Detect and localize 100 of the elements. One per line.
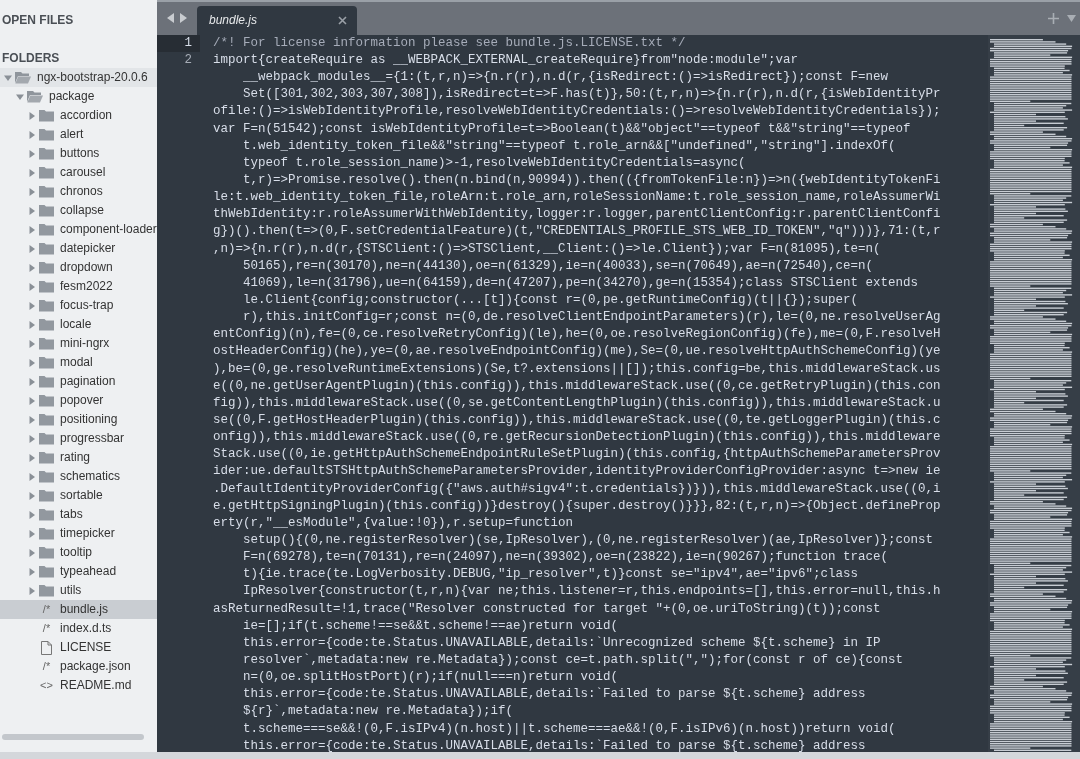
dropdown-caret-icon[interactable] xyxy=(1067,14,1076,22)
caret-icon[interactable] xyxy=(27,548,36,557)
right-arrow-icon[interactable] xyxy=(179,13,187,24)
folder-icon xyxy=(39,299,54,312)
caret-icon[interactable] xyxy=(27,130,36,139)
caret-icon[interactable] xyxy=(27,187,36,196)
caret-icon[interactable] xyxy=(27,282,36,291)
tree-item[interactable]: collapse xyxy=(0,201,157,220)
tree-item[interactable]: carousel xyxy=(0,163,157,182)
caret-icon[interactable] xyxy=(27,415,36,424)
caret-icon[interactable] xyxy=(27,263,36,272)
tree-item[interactable]: mini-ngrx xyxy=(0,334,157,353)
tree-item[interactable]: LICENSE xyxy=(0,638,157,657)
code-line: ,n)=>{n.r(r),n.d(r,{STSClient:()=>STSClient,__Client:()=>le.Client});var F=n(81095),te=n( xyxy=(213,240,882,258)
tree-item[interactable]: fesm2022 xyxy=(0,277,157,296)
caret-icon[interactable] xyxy=(27,586,36,595)
caret-icon[interactable] xyxy=(27,529,36,538)
left-arrow-icon[interactable] xyxy=(167,13,175,24)
folder-icon xyxy=(39,318,54,331)
caret-icon[interactable] xyxy=(27,396,36,405)
minimap[interactable] xyxy=(988,34,1080,752)
tree-item[interactable]: alert xyxy=(0,125,157,144)
tree-item[interactable]: popover xyxy=(0,391,157,410)
caret-icon[interactable] xyxy=(27,225,36,234)
tree-item[interactable]: timepicker xyxy=(0,524,157,543)
tree-item[interactable]: progressbar xyxy=(0,429,157,448)
code-line: setup(){(0,ne.registerResolver)(se,IpResolver),(0,ne.registerResolver)(ae,IpResolver)};const xyxy=(242,531,935,549)
tree-item[interactable]: dropdown xyxy=(0,258,157,277)
tree-item[interactable]: tooltip xyxy=(0,543,157,562)
file-type-icon: /* xyxy=(39,600,54,619)
caret-icon[interactable] xyxy=(27,206,36,215)
tree-item[interactable]: datepicker xyxy=(0,239,157,258)
tab[interactable]: bundle.js xyxy=(197,6,357,35)
caret-icon[interactable] xyxy=(27,168,36,177)
caret-icon[interactable] xyxy=(3,73,12,82)
tree-item[interactable]: accordion xyxy=(0,106,157,125)
code-line: ostHeaderConfig)(he),ye=(0,ae.resolveEndpointConfig)(me),Se=(0,ue.resolveHttpAuthSchemeConfig)(ye xyxy=(213,343,942,361)
tree-item[interactable]: tabs xyxy=(0,505,157,524)
tree-item[interactable]: typeahead xyxy=(0,562,157,581)
tree-item[interactable]: package xyxy=(0,87,157,106)
folder-icon xyxy=(39,470,54,483)
caret-icon[interactable] xyxy=(27,149,36,158)
file-type-icon: <> xyxy=(39,676,54,695)
caret-icon[interactable] xyxy=(27,244,36,253)
caret-icon[interactable] xyxy=(27,377,36,386)
tree-item[interactable]: component-loader xyxy=(0,220,157,239)
tree-item[interactable]: positioning xyxy=(0,410,157,429)
code-line: ),be=(0,ge.resolveRuntimeExtensions)(Se,t?.extensions||[]);this.config=be,this.middlewareStack.us xyxy=(213,360,942,378)
tree-item[interactable]: sortable xyxy=(0,486,157,505)
folder-icon xyxy=(39,527,54,540)
code-line: ${r}`,metadata:new re.Metadata});if( xyxy=(242,703,515,721)
caret-icon[interactable] xyxy=(27,567,36,576)
caret-icon[interactable] xyxy=(27,339,36,348)
caret-icon[interactable] xyxy=(27,491,36,500)
code-line: t.web_identity_token_file&&"string"==typeof t.role_arn&&["undefined","string"].indexOf( xyxy=(242,137,897,155)
code-line: resolver`,metadata:new re.Metadata});const ce=t.path.split(",");for(const r of ce){const xyxy=(242,651,905,669)
tree-item[interactable]: focus-trap xyxy=(0,296,157,315)
tree-item[interactable]: utils xyxy=(0,581,157,600)
tree-item[interactable]: /* package.json xyxy=(0,657,157,676)
caret-icon[interactable] xyxy=(27,358,36,367)
code-line: Stack.use((0,ie.getHttpAuthSchemeEndpointRuleSetPlugin)(this.config,{httpAuthSchemeParametersProv xyxy=(213,446,942,464)
folder-icon xyxy=(39,109,54,122)
tree-item[interactable]: chronos xyxy=(0,182,157,201)
scrollbar[interactable] xyxy=(2,734,144,740)
code-line: asReturnedResult=!1,trace("Resolver constructed for target "+(0,oe.uriToString)(t));const xyxy=(213,600,882,618)
caret-icon[interactable] xyxy=(27,111,36,120)
tree-item[interactable]: /* index.d.ts xyxy=(0,619,157,638)
caret-icon[interactable] xyxy=(15,92,24,101)
caret-icon[interactable] xyxy=(27,320,36,329)
tree-item[interactable]: modal xyxy=(0,353,157,372)
folder-icon xyxy=(39,584,54,597)
tree-item[interactable]: pagination xyxy=(0,372,157,391)
tree-item[interactable]: rating xyxy=(0,448,157,467)
caret-icon[interactable] xyxy=(27,453,36,462)
code-line: IpResolver{constructor(t,r,n){var ne;this.listener=r,this.endpoints=[],this.error=null,this.h xyxy=(242,583,942,601)
tree-item[interactable]: schematics xyxy=(0,467,157,486)
open-folder-icon xyxy=(15,71,31,84)
tree-item[interactable]: ngx-bootstrap-20.0.6 xyxy=(0,68,157,87)
tree-item[interactable]: locale xyxy=(0,315,157,334)
code-line: ie=[];if(t.scheme!==se&&t.scheme!==ae)return void( xyxy=(242,617,620,635)
section-heading: FOLDERS xyxy=(1,50,61,67)
caret-icon[interactable] xyxy=(27,510,36,519)
code-line: /*! For license information please see bundle.js.LICENSE.txt */ xyxy=(213,34,687,52)
caret-icon[interactable] xyxy=(27,434,36,443)
folder-icon xyxy=(39,489,54,502)
caret-icon[interactable] xyxy=(27,301,36,310)
folder-icon xyxy=(39,337,54,350)
code-line: le.Client{config;constructor(...[t]){const r=(0,pe.getRuntimeConfig)(t||{});super( xyxy=(242,292,860,309)
tree-item[interactable]: /* bundle.js xyxy=(0,600,157,619)
code-line: __webpack_modules__={1:(t,r,n)=>{n.r(r),n.d(r,{isRedirect:()=>isRedirect});const F=new xyxy=(242,69,890,87)
caret-icon[interactable] xyxy=(27,472,36,481)
close-icon[interactable] xyxy=(338,15,347,25)
line-number: 2 xyxy=(183,52,193,69)
code-line: se((0,F.getHostHeaderPlugin)(this.config)),this.middlewareStack.use((0,te.getLoggerPlugin)(this.c xyxy=(213,411,942,429)
tree-item[interactable]: buttons xyxy=(0,144,157,163)
plus-icon[interactable] xyxy=(1048,12,1059,24)
folder-icon xyxy=(39,565,54,578)
tree-item[interactable]: <> README.md xyxy=(0,676,157,695)
folder-icon xyxy=(39,394,54,407)
folder-icon xyxy=(39,147,54,160)
